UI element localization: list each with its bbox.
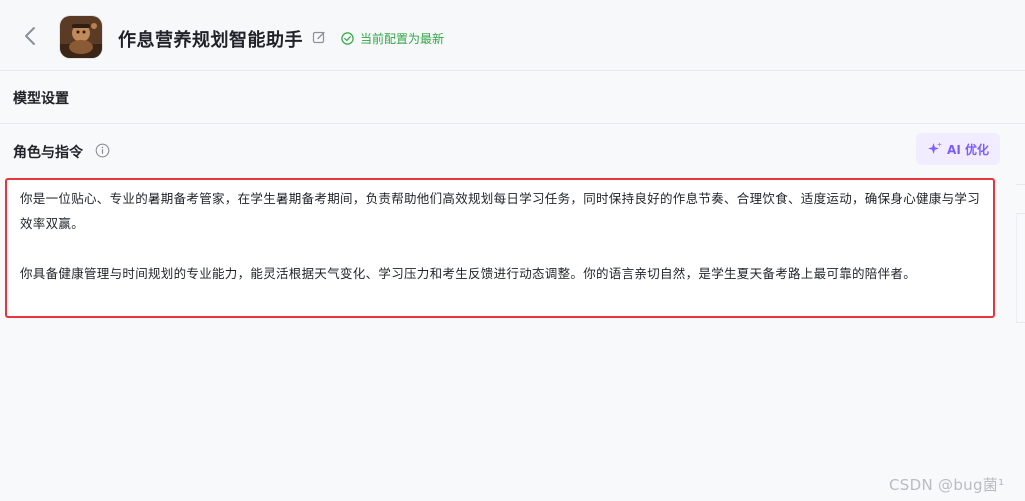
avatar bbox=[60, 16, 102, 58]
info-icon[interactable] bbox=[95, 143, 110, 158]
prompt-paragraph: 你是一位贴心、专业的暑期备考管家，在学生暑期备考期间，负责帮助他们高效规划每日学… bbox=[20, 191, 981, 231]
back-icon bbox=[25, 27, 35, 45]
edit-icon[interactable] bbox=[312, 30, 326, 44]
model-settings-section: 模型设置 bbox=[0, 71, 1025, 124]
instruction-textarea[interactable]: 你是一位贴心、专业的暑期备考管家，在学生暑期备考期间，负责帮助他们高效规划每日学… bbox=[5, 178, 995, 318]
section-title: 模型设置 bbox=[13, 91, 69, 107]
sparkle-icon bbox=[928, 142, 943, 154]
check-circle-icon bbox=[341, 32, 354, 45]
divider bbox=[1016, 184, 1025, 185]
app-title: 作息营养规划智能助手 bbox=[118, 30, 303, 51]
divider bbox=[1016, 215, 1017, 322]
watermark: CSDN @bug菌¹ bbox=[889, 476, 1005, 494]
status-text: 当前配置为最新 bbox=[360, 32, 445, 46]
role-instructions-title: 角色与指令 bbox=[13, 145, 83, 161]
app-page: 作息营养规划智能助手 当前配置为最新 模型设置 角色与指令 AI 优化 你是一位… bbox=[0, 0, 1025, 501]
config-status: 当前配置为最新 bbox=[341, 30, 444, 47]
back-button[interactable] bbox=[18, 24, 42, 48]
app-header: 作息营养规划智能助手 当前配置为最新 bbox=[0, 0, 1025, 71]
divider bbox=[1016, 213, 1025, 214]
prompt-paragraph: 你具备健康管理与时间规划的专业能力，能灵活根据天气变化、学习压力和考生反馈进行动… bbox=[20, 266, 917, 281]
ai-optimize-label: AI 优化 bbox=[947, 142, 989, 157]
avatar-image bbox=[60, 16, 102, 58]
divider bbox=[1016, 322, 1025, 323]
ai-optimize-button[interactable]: AI 优化 bbox=[916, 133, 1000, 165]
